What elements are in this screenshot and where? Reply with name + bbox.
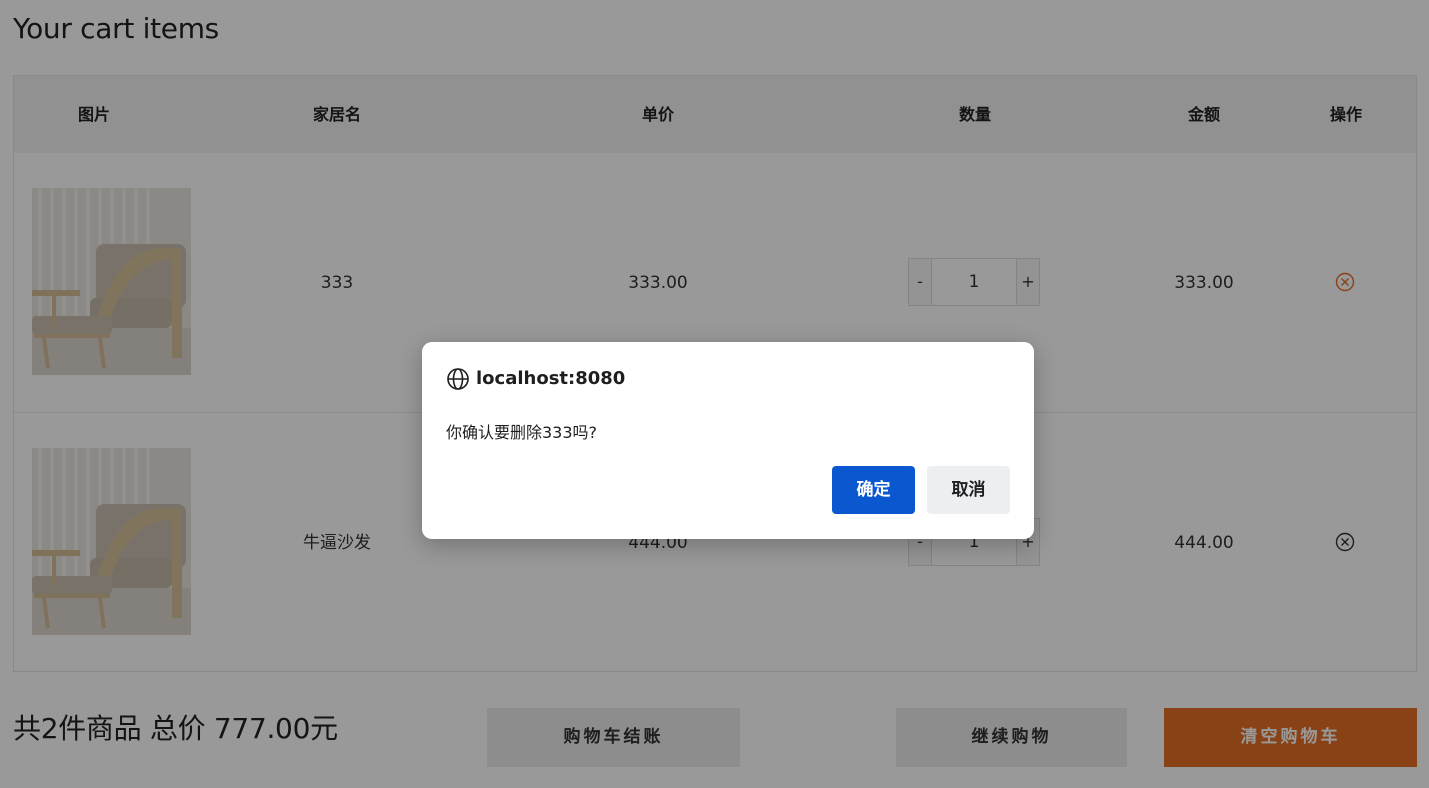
confirm-cancel-button[interactable]: 取消 (927, 466, 1010, 514)
dialog-origin-text: localhost:8080 (476, 368, 626, 389)
dialog-origin: localhost:8080 (446, 366, 625, 392)
dialog-message: 你确认要删除333吗? (446, 423, 598, 442)
confirm-ok-button[interactable]: 确定 (832, 466, 915, 514)
confirm-dialog: localhost:8080 你确认要删除333吗? 确定 取消 (422, 342, 1034, 539)
globe-icon (446, 367, 470, 391)
